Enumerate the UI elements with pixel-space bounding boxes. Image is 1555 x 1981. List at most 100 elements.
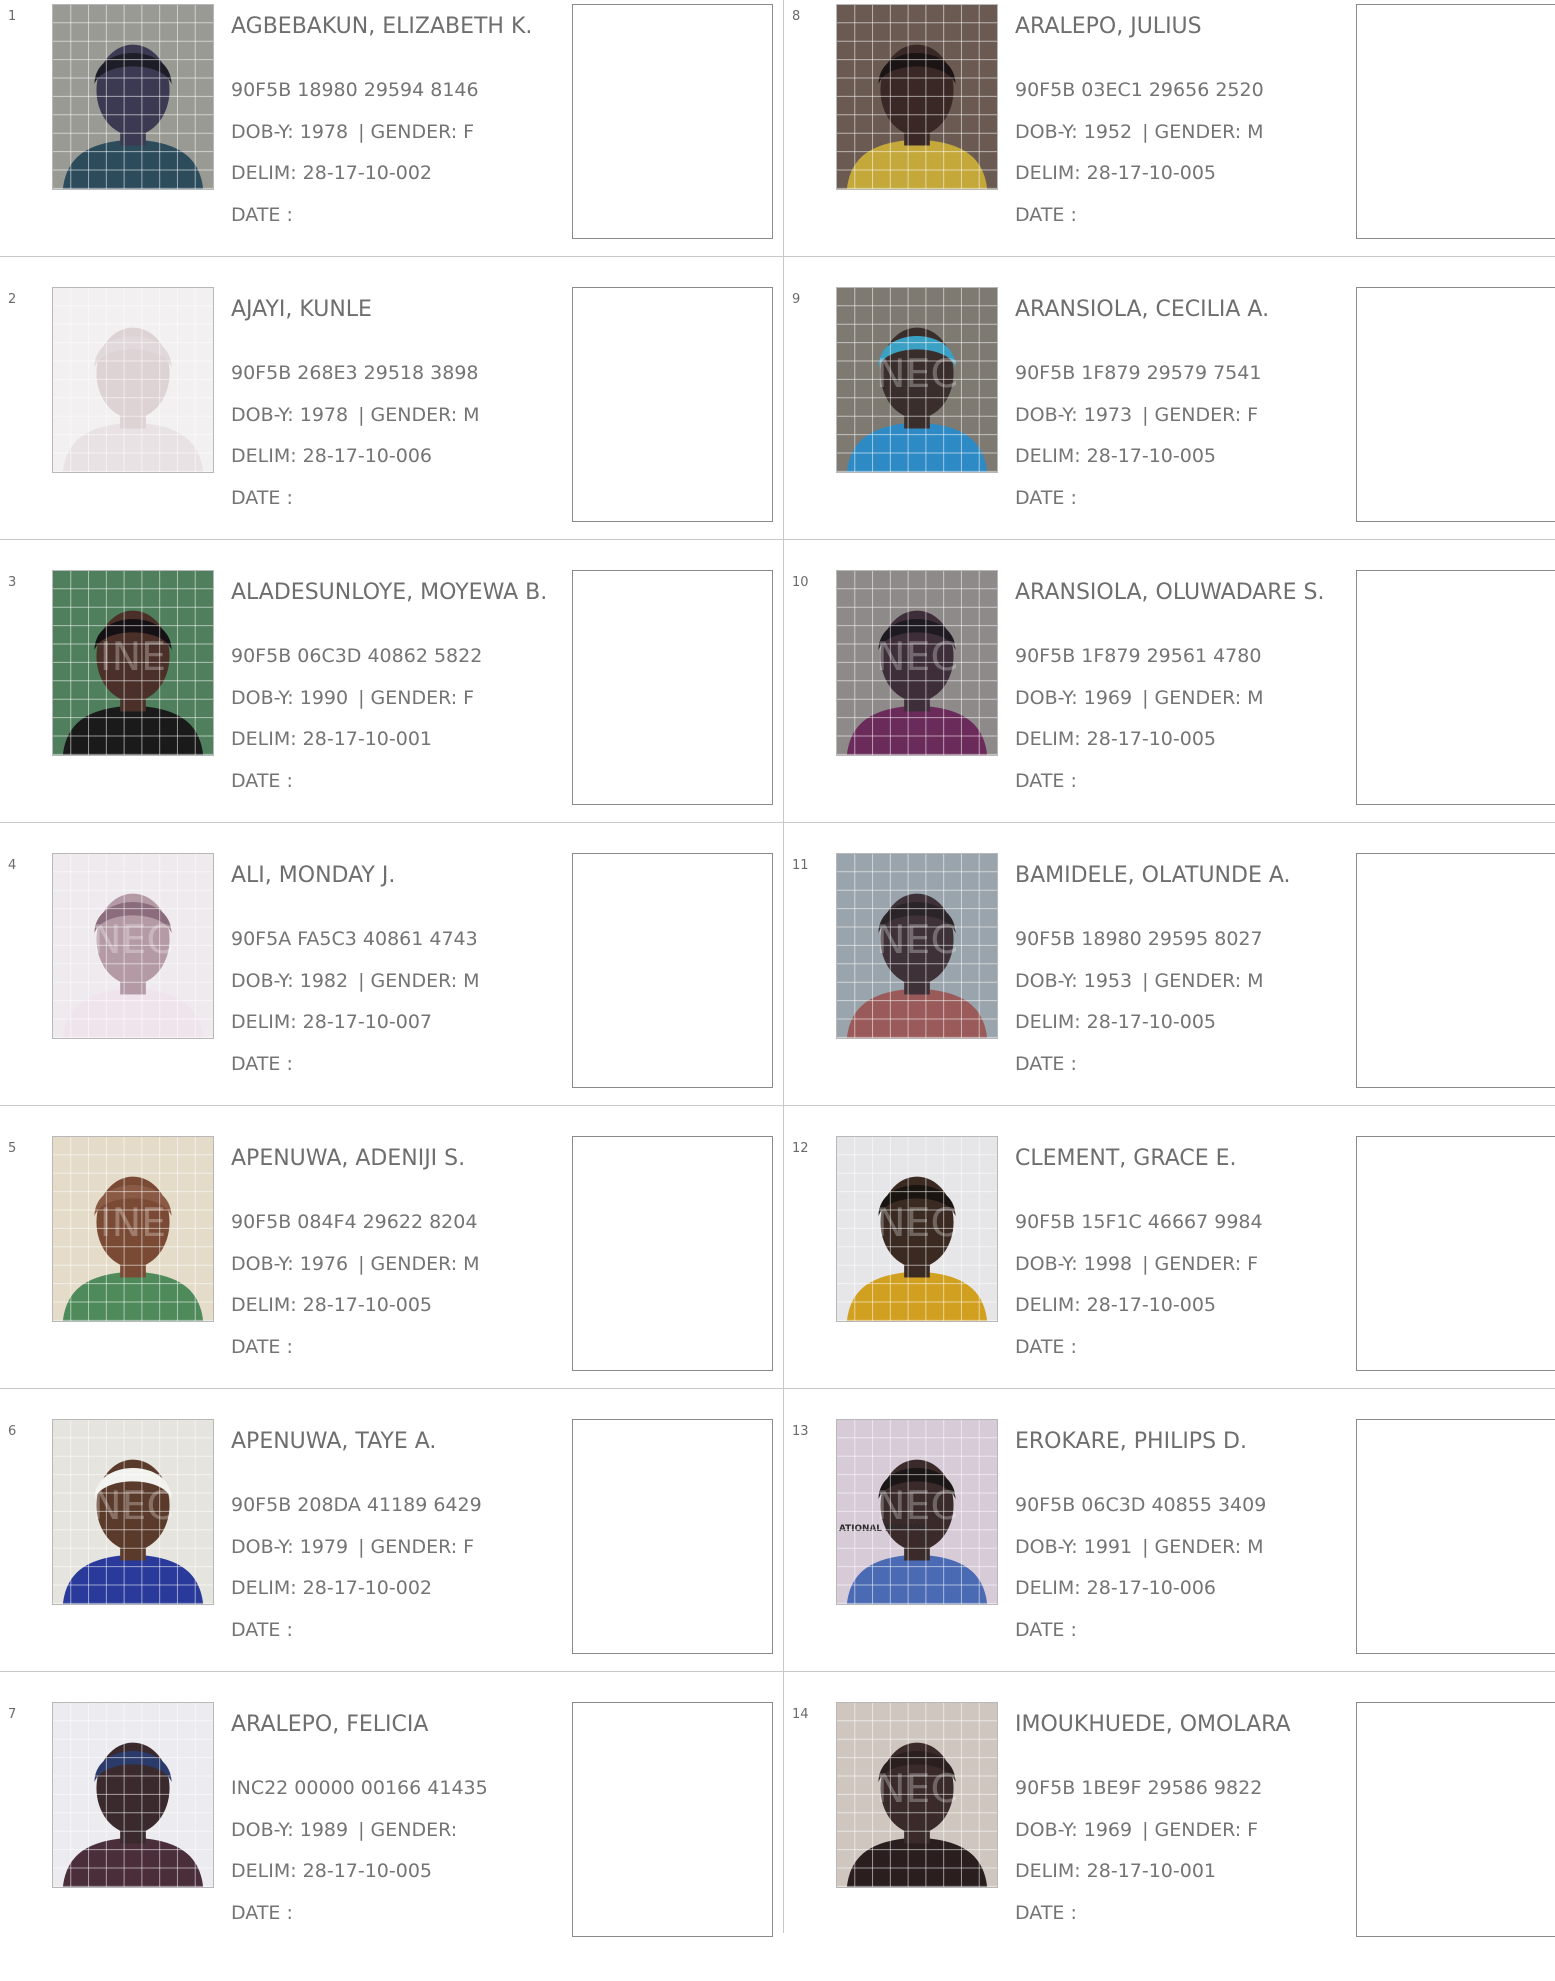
gender: GENDER: F (370, 1536, 475, 1558)
field-separator: | (1142, 404, 1149, 426)
thumbprint-box (572, 570, 773, 805)
portrait-image: INE (53, 1137, 213, 1321)
voter-record: 4 NEC ALI, MONDAY J. 90F5A FA5C3 40861 4… (0, 849, 784, 1132)
delimitation-code: DELIM: 28-17-10-002 (231, 162, 433, 184)
delimitation-code: DELIM: 28-17-10-006 (231, 445, 433, 467)
field-separator: | (358, 404, 365, 426)
field-separator: | (358, 970, 365, 992)
gender: GENDER: F (1154, 404, 1259, 426)
record-number: 2 (8, 292, 17, 307)
field-separator: | (358, 1536, 365, 1558)
dob-year: DOB-Y: 1969 (1015, 1819, 1133, 1841)
date-field: DATE : (231, 1902, 293, 1924)
voter-record: 1 AGBEBAKUN, ELIZABETH K. 90F5B 18980 29… (0, 0, 784, 283)
record-number: 7 (8, 1707, 17, 1722)
dob-year: DOB-Y: 1978 (231, 121, 349, 143)
dob-year: DOB-Y: 1952 (1015, 121, 1133, 143)
inec-watermark: NEC (876, 634, 958, 680)
delimitation-code: DELIM: 28-17-10-005 (231, 1294, 433, 1316)
voter-photo: INE (52, 570, 214, 756)
record-number: 8 (792, 9, 801, 24)
voter-photo: INE (52, 1136, 214, 1322)
field-separator: | (1142, 1536, 1149, 1558)
voter-photo: NEC (52, 853, 214, 1039)
thumbprint-box (1356, 1136, 1555, 1371)
voter-photo: NEC (836, 287, 998, 473)
dob-year: DOB-Y: 1978 (231, 404, 349, 426)
voter-record: 11 NEC BAMIDELE, OLATUNDE A. 90F5B 18980… (784, 849, 1555, 1132)
voter-record: 7 ARALEPO, FELICIA INC22 00000 00166 414… (0, 1698, 784, 1981)
voter-name: APENUWA, TAYE A. (231, 1429, 437, 1454)
field-separator: | (358, 1253, 365, 1275)
voter-id-number: 90F5B 208DA 41189 6429 (231, 1494, 482, 1516)
gender: GENDER: M (370, 1253, 480, 1275)
field-separator: | (1142, 1819, 1149, 1841)
dob-gender-line: DOB-Y: 1973 | GENDER: F (1015, 404, 1258, 426)
record-number: 6 (8, 1424, 17, 1439)
thumbprint-box (572, 4, 773, 239)
gender: GENDER: M (370, 404, 480, 426)
dob-gender-line: DOB-Y: 1990 | GENDER: F (231, 687, 474, 709)
dob-gender-line: DOB-Y: 1952 | GENDER: M (1015, 121, 1264, 143)
voter-name: ALADESUNLOYE, MOYEWA B. (231, 580, 548, 605)
gender: GENDER: M (1154, 121, 1264, 143)
dob-year: DOB-Y: 1990 (231, 687, 349, 709)
inec-watermark: INE (100, 634, 166, 680)
field-separator: | (358, 121, 365, 143)
portrait-image: NEC (837, 571, 997, 755)
gender: GENDER: F (1154, 1819, 1259, 1841)
voter-name: ARALEPO, JULIUS (1015, 14, 1202, 39)
portrait-image: NECATIONAL MISSION (837, 1420, 997, 1604)
date-field: DATE : (231, 1336, 293, 1358)
dob-year: DOB-Y: 1976 (231, 1253, 349, 1275)
voter-id-number: 90F5B 06C3D 40855 3409 (1015, 1494, 1267, 1516)
voter-record: 10 NEC ARANSIOLA, OLUWADARE S. 90F5B 1F8… (784, 566, 1555, 849)
dob-gender-line: DOB-Y: 1989 | GENDER: (231, 1819, 457, 1841)
date-field: DATE : (1015, 1902, 1077, 1924)
portrait-image: NEC (53, 854, 213, 1038)
gender: GENDER: F (370, 687, 475, 709)
delimitation-code: DELIM: 28-17-10-005 (1015, 728, 1217, 750)
delimitation-code: DELIM: 28-17-10-005 (1015, 445, 1217, 467)
portrait-image: NEC (837, 1703, 997, 1887)
voter-id-number: 90F5B 1BE9F 29586 9822 (1015, 1777, 1263, 1799)
field-separator: | (1142, 687, 1149, 709)
inec-watermark: NEC (876, 917, 958, 963)
date-field: DATE : (1015, 770, 1077, 792)
gender: GENDER: M (1154, 687, 1264, 709)
voter-record: 14 NEC IMOUKHUEDE, OMOLARA 90F5B 1BE9F 2… (784, 1698, 1555, 1981)
gender: GENDER: (370, 1819, 458, 1841)
record-number: 5 (8, 1141, 17, 1156)
date-field: DATE : (1015, 1619, 1077, 1641)
thumbprint-box (572, 287, 773, 522)
voter-id-number: 90F5B 18980 29594 8146 (231, 79, 479, 101)
gender: GENDER: F (1154, 1253, 1259, 1275)
voter-photo: NEC (836, 1702, 998, 1888)
dob-gender-line: DOB-Y: 1978 | GENDER: M (231, 404, 480, 426)
voter-name: APENUWA, ADENIJI S. (231, 1146, 466, 1171)
voter-id-number: 90F5B 03EC1 29656 2520 (1015, 79, 1264, 101)
dob-year: DOB-Y: 1953 (1015, 970, 1133, 992)
voter-photo: NEC ATIONAL MISSION (836, 1419, 998, 1605)
voter-record: 13 NEC ATIONAL MISSION EROKARE, PHILIPS D… (784, 1415, 1555, 1698)
field-separator: | (1142, 970, 1149, 992)
record-number: 1 (8, 9, 17, 24)
dob-gender-line: DOB-Y: 1976 | GENDER: M (231, 1253, 480, 1275)
delimitation-code: DELIM: 28-17-10-001 (231, 728, 433, 750)
voter-photo (52, 4, 214, 190)
inec-watermark: NEC (876, 1483, 958, 1529)
date-field: DATE : (231, 204, 293, 226)
dob-gender-line: DOB-Y: 1979 | GENDER: F (231, 1536, 474, 1558)
record-number: 12 (792, 1141, 809, 1156)
thumbprint-box (572, 1136, 773, 1371)
inec-watermark: INE (100, 1200, 166, 1246)
voter-name: AJAYI, KUNLE (231, 297, 372, 322)
voter-name: EROKARE, PHILIPS D. (1015, 1429, 1247, 1454)
voter-photo (836, 4, 998, 190)
record-number: 14 (792, 1707, 809, 1722)
voter-name: ARANSIOLA, OLUWADARE S. (1015, 580, 1325, 605)
field-separator: | (358, 687, 365, 709)
delimitation-code: DELIM: 28-17-10-002 (231, 1577, 433, 1599)
portrait-image: NEC (837, 854, 997, 1038)
inec-watermark: NEC (92, 917, 174, 963)
